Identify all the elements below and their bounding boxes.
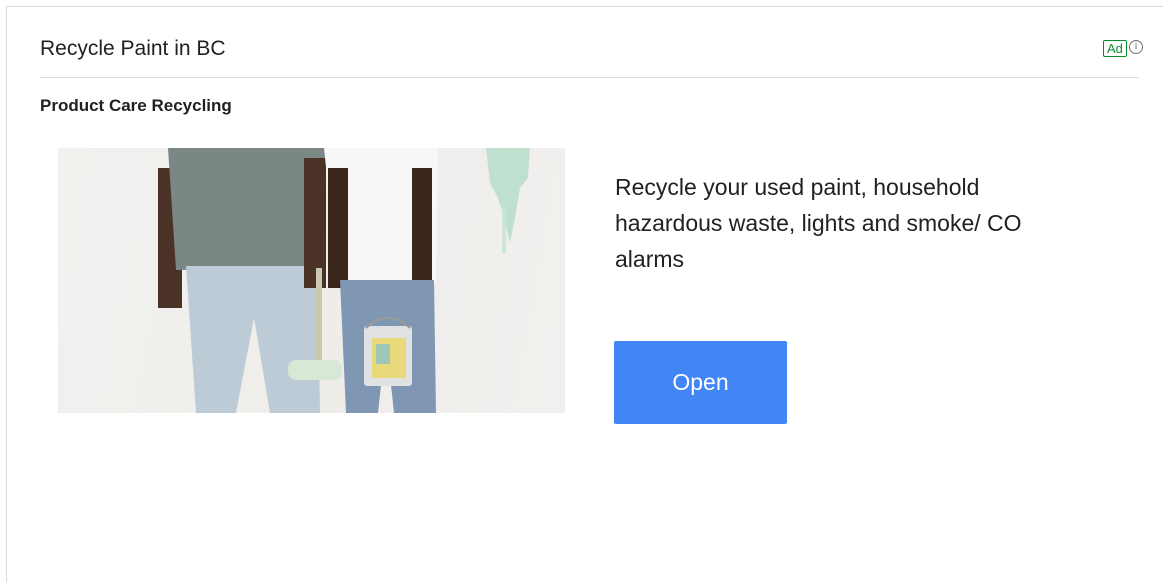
ad-image[interactable] [58, 148, 565, 413]
header-divider [40, 77, 1139, 78]
painters-illustration [158, 148, 530, 413]
ad-headline[interactable]: Recycle Paint in BC [40, 37, 226, 61]
ad-header: Recycle Paint in BC Ad i [40, 37, 1143, 77]
info-circle-icon[interactable]: i [1129, 40, 1143, 54]
advertiser-name: Product Care Recycling [40, 96, 232, 115]
ad-description: Recycle your used paint, household hazar… [615, 174, 1022, 272]
ad-badge: Ad [1103, 40, 1127, 57]
open-button[interactable]: Open [614, 341, 787, 424]
ad-card[interactable]: Recycle Paint in BC Ad i Product Care Re… [6, 6, 1163, 582]
